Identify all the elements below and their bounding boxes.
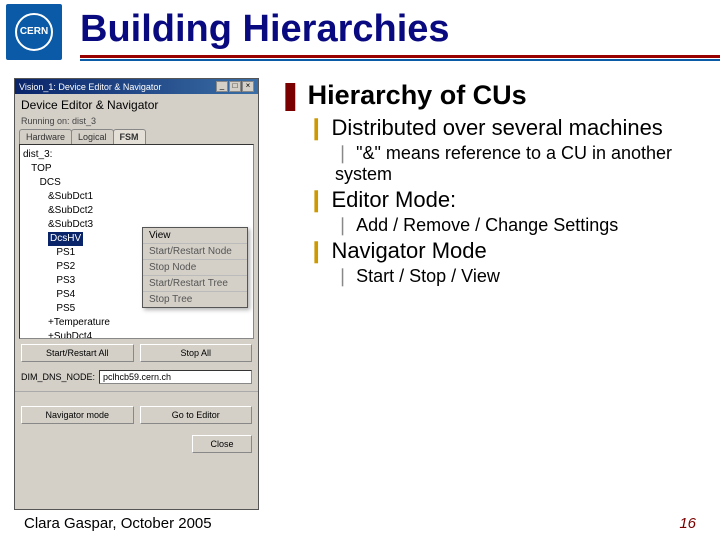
context-menu: View Start/Restart Node Stop Node Start/…	[142, 227, 248, 308]
bullet-level1: Hierarchy of CUs	[279, 80, 702, 111]
tab-hardware[interactable]: Hardware	[19, 129, 72, 144]
bullet-level3: Start / Stop / View	[335, 266, 702, 287]
start-all-button[interactable]: Start/Restart All	[21, 344, 134, 362]
slide-title: Building Hierarchies	[80, 8, 720, 51]
panel-title: Device Editor & Navigator	[15, 94, 258, 116]
context-item-stop-tree[interactable]: Stop Tree	[143, 292, 247, 307]
running-on-label: Running on: dist_3	[15, 116, 258, 129]
dim-dns-label: DIM_DNS_NODE:	[21, 372, 95, 382]
tree-item[interactable]: TOP	[23, 162, 250, 176]
navigator-mode-button[interactable]: Navigator mode	[21, 406, 134, 424]
dim-dns-input[interactable]: pclhcb59.cern.ch	[99, 370, 252, 384]
bullet-level2: Navigator Mode	[307, 238, 702, 263]
goto-editor-button[interactable]: Go to Editor	[140, 406, 253, 424]
context-item-view[interactable]: View	[143, 228, 247, 244]
logo-text: CERN	[20, 27, 48, 37]
bullet-level3: Add / Remove / Change Settings	[335, 215, 702, 236]
bullet-level2: Editor Mode:	[307, 187, 702, 212]
close-icon[interactable]: ×	[242, 81, 254, 92]
minimize-icon[interactable]: _	[216, 81, 228, 92]
bullet-level2: Distributed over several machines	[307, 115, 702, 140]
tab-logical[interactable]: Logical	[71, 129, 114, 144]
tree-item[interactable]: dist_3:	[23, 148, 250, 162]
context-item-start-node[interactable]: Start/Restart Node	[143, 244, 247, 260]
page-number: 16	[679, 515, 696, 532]
window-title: Vision_1: Device Editor & Navigator	[19, 82, 161, 92]
tree-item[interactable]: &SubDct1	[23, 190, 250, 204]
context-item-start-tree[interactable]: Start/Restart Tree	[143, 276, 247, 292]
maximize-icon[interactable]: □	[229, 81, 241, 92]
tree-item[interactable]: +SubDct4	[23, 330, 250, 339]
footer-author: Clara Gaspar, October 2005	[24, 515, 212, 532]
tree-item[interactable]: DCS	[23, 176, 250, 190]
bullet-level3: "&" means reference to a CU in another s…	[335, 143, 702, 184]
context-item-stop-node[interactable]: Stop Node	[143, 260, 247, 276]
stop-all-button[interactable]: Stop All	[140, 344, 253, 362]
tree-view[interactable]: dist_3: TOP DCS &SubDct1 &SubDct2 &SubDc…	[19, 144, 254, 339]
cern-logo: CERN	[6, 4, 62, 60]
window-titlebar: Vision_1: Device Editor & Navigator _ □ …	[15, 79, 258, 94]
close-button[interactable]: Close	[192, 435, 252, 453]
tree-item[interactable]: &SubDct2	[23, 204, 250, 218]
tab-fsm[interactable]: FSM	[113, 129, 146, 144]
tree-item[interactable]: +Temperature	[23, 316, 250, 330]
bullet-content: Hierarchy of CUs Distributed over severa…	[259, 70, 720, 510]
editor-window: Vision_1: Device Editor & Navigator _ □ …	[14, 78, 259, 510]
